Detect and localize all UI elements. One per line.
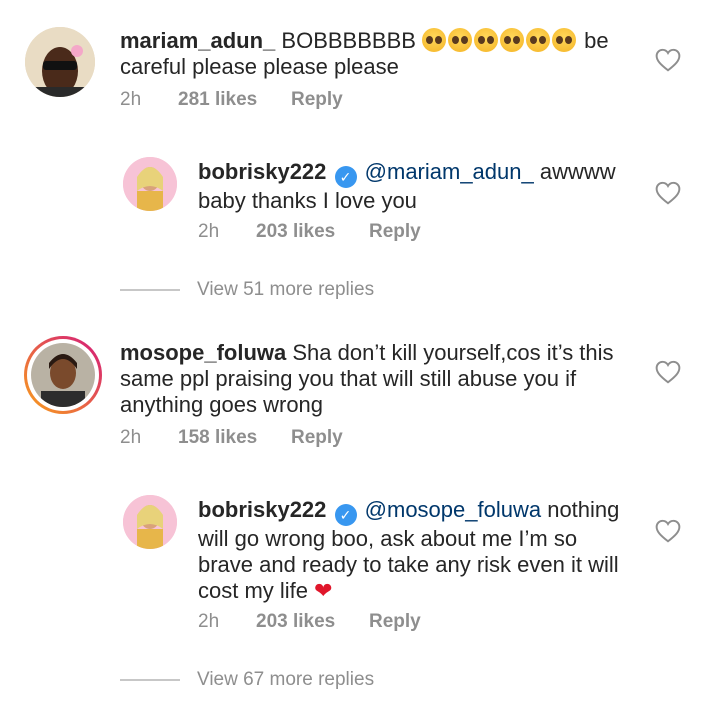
username[interactable]: bobrisky222 xyxy=(198,497,326,522)
timestamp: 2h xyxy=(198,221,220,242)
likes-count[interactable]: 203 likes xyxy=(256,611,369,633)
timestamp: 2h xyxy=(198,611,220,632)
comment-text: awwww xyxy=(533,159,616,184)
view-replies-label: View 51 more replies xyxy=(197,279,375,300)
pleading-face-icon xyxy=(474,28,499,52)
comment-text: nothing xyxy=(541,497,620,522)
comment-text: cost my life xyxy=(198,578,315,603)
heart-icon[interactable] xyxy=(655,181,681,205)
divider xyxy=(120,679,180,681)
view-more-replies-button[interactable]: View 51 more replies xyxy=(120,279,374,301)
comment-text: brave and ready to take any risk even it… xyxy=(198,552,619,577)
heart-icon[interactable] xyxy=(655,48,681,72)
verified-badge-icon: ✓ xyxy=(334,166,357,188)
divider xyxy=(120,289,180,291)
likes-count[interactable]: 203 likes xyxy=(256,221,369,243)
comment-text: Sha don’t kill yourself,cos it’s this xyxy=(286,340,614,365)
pleading-face-icon xyxy=(500,28,525,52)
avatar[interactable] xyxy=(25,27,95,97)
pleading-face-icon xyxy=(552,28,577,52)
comment-text: will go wrong boo, ask about me I’m so xyxy=(198,526,578,551)
verified-badge-icon: ✓ xyxy=(334,504,357,526)
view-replies-label: View 67 more replies xyxy=(197,669,375,690)
reply-button[interactable]: Reply xyxy=(369,611,421,633)
comment-text: be xyxy=(578,28,609,53)
timestamp: 2h xyxy=(120,89,142,110)
reply-button[interactable]: Reply xyxy=(291,427,343,449)
pleading-face-emoji-row xyxy=(422,28,578,53)
avatar[interactable] xyxy=(123,495,177,549)
red-heart-icon: ❤ xyxy=(314,578,333,603)
pleading-face-icon xyxy=(422,28,447,52)
reply-button[interactable]: Reply xyxy=(291,89,343,111)
avatar-story-ring[interactable] xyxy=(24,336,102,414)
username[interactable]: bobrisky222 xyxy=(198,159,326,184)
comment-text: anything goes wrong xyxy=(120,392,324,417)
reply-button[interactable]: Reply xyxy=(369,221,421,243)
mention-link[interactable]: @mosope_foluwa xyxy=(365,497,541,522)
comment-text: careful please please please xyxy=(120,54,399,79)
heart-icon[interactable] xyxy=(655,519,681,543)
username[interactable]: mosope_foluwa xyxy=(120,340,286,365)
pleading-face-icon xyxy=(526,28,551,52)
avatar[interactable] xyxy=(123,157,177,211)
mention-link[interactable]: @mariam_adun_ xyxy=(365,159,534,184)
comment-text: same ppl praising you that will still ab… xyxy=(120,366,577,391)
username[interactable]: mariam_adun_ xyxy=(120,28,275,53)
likes-count[interactable]: 281 likes xyxy=(178,89,291,111)
pleading-face-icon xyxy=(448,28,473,52)
comment-text: baby thanks I love you xyxy=(198,188,417,213)
heart-icon[interactable] xyxy=(655,360,681,384)
likes-count[interactable]: 158 likes xyxy=(178,427,291,449)
timestamp: 2h xyxy=(120,427,142,448)
comment-text: BOBBBBBBB xyxy=(275,28,423,53)
view-more-replies-button[interactable]: View 67 more replies xyxy=(120,669,374,691)
